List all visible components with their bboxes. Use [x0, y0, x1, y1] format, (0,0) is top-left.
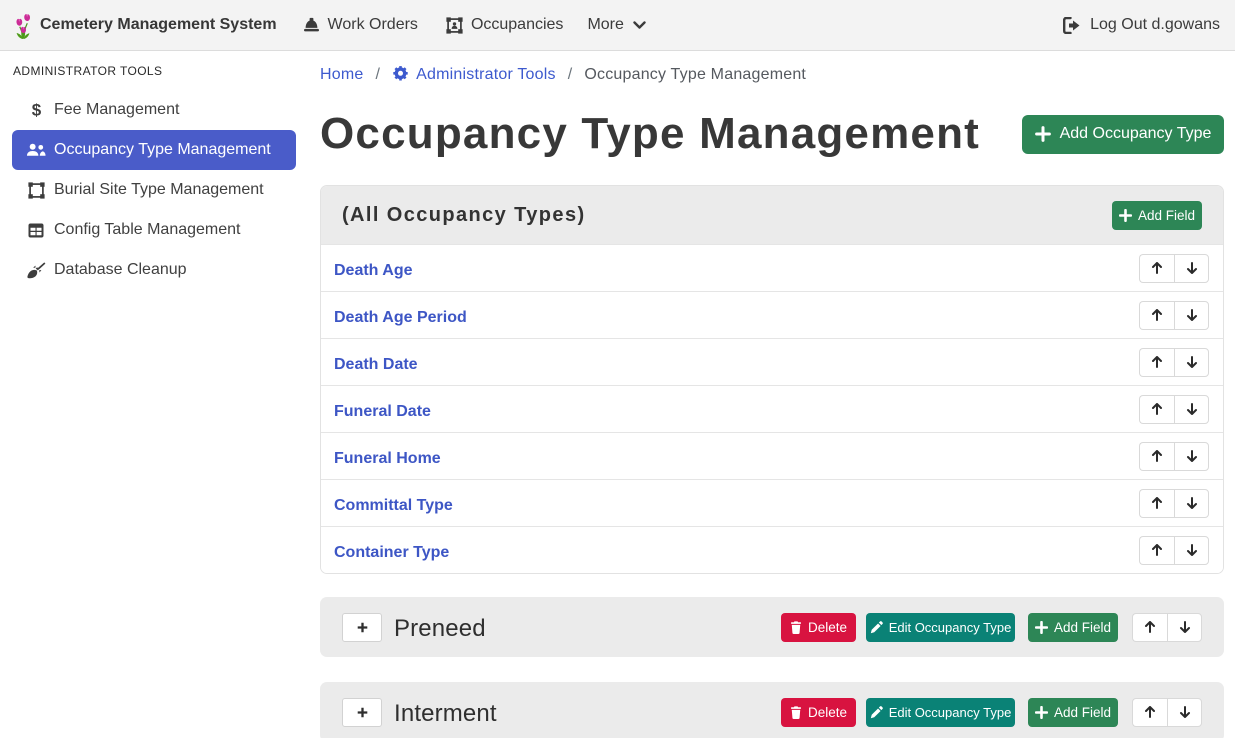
- svg-text:$: $: [31, 101, 41, 119]
